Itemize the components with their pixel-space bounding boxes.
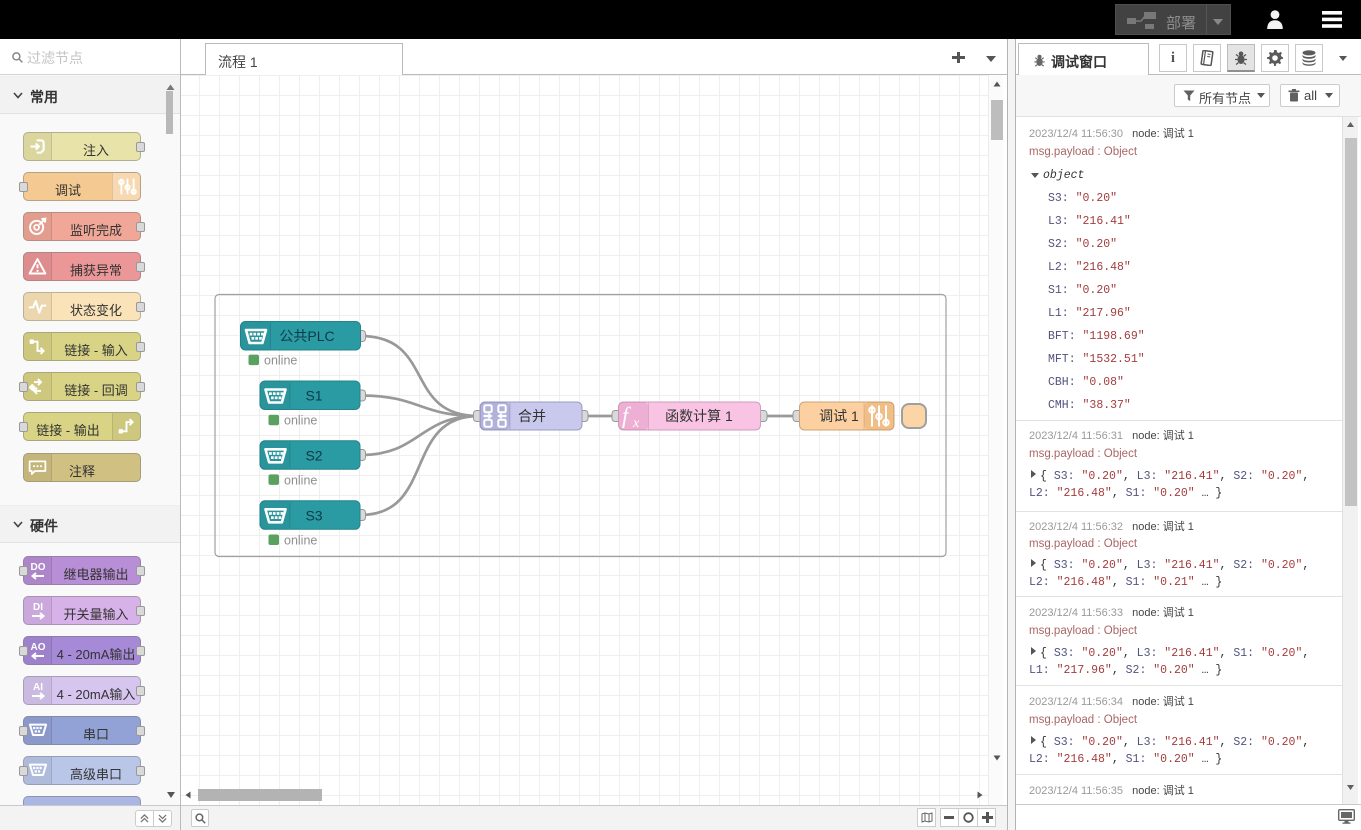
svg-text:online: online: [284, 414, 317, 428]
svg-text:S1: S1: [305, 388, 322, 404]
svg-text:online: online: [284, 534, 317, 548]
svg-text:函数计算 1: 函数计算 1: [665, 408, 733, 424]
svg-text:DO: DO: [31, 562, 46, 573]
svg-text:x: x: [632, 416, 640, 431]
svg-text:AI: AI: [33, 682, 43, 693]
svg-text:调试 1: 调试 1: [819, 408, 859, 424]
svg-text:公共PLC: 公共PLC: [279, 328, 334, 344]
svg-text:DI: DI: [33, 602, 43, 613]
svg-text:合并: 合并: [518, 408, 546, 424]
svg-text:S2: S2: [305, 447, 322, 463]
svg-text:online: online: [264, 354, 297, 368]
svg-text:online: online: [284, 473, 317, 487]
svg-text:S3: S3: [305, 507, 322, 523]
svg-text:AO: AO: [31, 642, 46, 653]
